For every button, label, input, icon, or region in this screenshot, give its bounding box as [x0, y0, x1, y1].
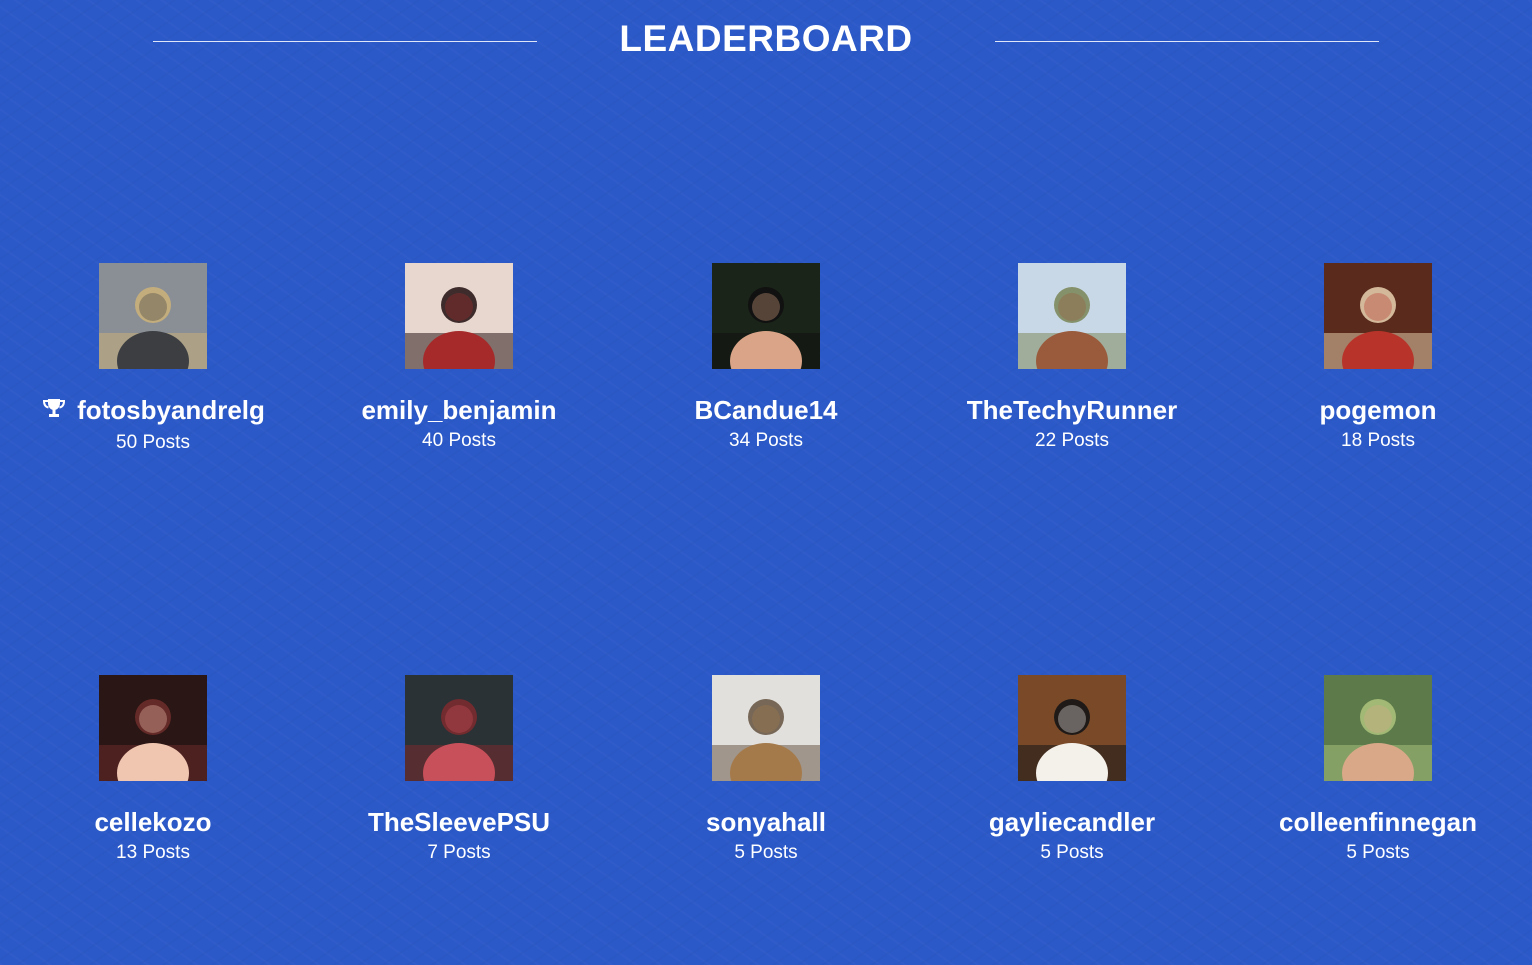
post-count: 40 Posts [422, 430, 496, 451]
username[interactable]: colleenfinnegan [1228, 807, 1528, 837]
avatar[interactable] [712, 675, 820, 781]
username[interactable]: gayliecandler [922, 807, 1222, 837]
avatar[interactable] [99, 263, 207, 369]
leaderboard-entry[interactable]: TheTechyRunner 22 Posts [922, 263, 1222, 453]
avatar-photo-running-track [1018, 263, 1126, 369]
avatar-photo-woman-dark-hair [99, 675, 207, 781]
post-count: 22 Posts [1035, 430, 1109, 451]
leaderboard-entry[interactable]: BCandue14 34 Posts [616, 263, 916, 453]
post-count: 5 Posts [1040, 842, 1104, 863]
leaderboard-entry[interactable]: cellekozo 13 Posts [3, 675, 303, 865]
leaderboard-entry[interactable]: emily_benjamin 40 Posts [309, 263, 609, 453]
post-count: 50 Posts [116, 432, 190, 453]
avatar[interactable] [405, 675, 513, 781]
avatar-photo-red-figure [405, 675, 513, 781]
leaderboard-entry[interactable]: pogemon 18 Posts [1228, 263, 1528, 453]
leaderboard-entry[interactable]: gayliecandler 5 Posts [922, 675, 1222, 865]
username[interactable]: sonyahall [616, 807, 916, 837]
username[interactable]: BCandue14 [616, 395, 916, 425]
username[interactable]: pogemon [1228, 395, 1528, 425]
post-count: 34 Posts [729, 430, 803, 451]
username[interactable]: cellekozo [3, 807, 303, 837]
leaderboard-entry[interactable]: fotosbyandrelg 50 Posts [3, 263, 303, 455]
avatar[interactable] [405, 263, 513, 369]
avatar-photo-wedding-couple [1018, 675, 1126, 781]
post-count: 7 Posts [427, 842, 491, 863]
avatar-photo-man-subway [99, 263, 207, 369]
avatar-photo-man-tuxedo [712, 263, 820, 369]
username: fotosbyandrelg [77, 395, 265, 425]
avatar-photo-diamond-mirror [712, 675, 820, 781]
leaderboard-entry[interactable]: TheSleevePSU 7 Posts [309, 675, 609, 865]
avatar-photo-woman-blonde [405, 263, 513, 369]
post-count: 13 Posts [116, 842, 190, 863]
avatar[interactable] [1018, 675, 1126, 781]
leaderboard-grid: fotosbyandrelg 50 Posts emily_benjamin 4… [0, 0, 1532, 965]
avatar-photo-outdoor-portrait [1324, 675, 1432, 781]
avatar[interactable] [1324, 263, 1432, 369]
username[interactable]: TheTechyRunner [922, 395, 1222, 425]
username[interactable]: emily_benjamin [309, 395, 609, 425]
trophy-icon [41, 397, 67, 427]
leaderboard-entry[interactable]: sonyahall 5 Posts [616, 675, 916, 865]
post-count: 5 Posts [1346, 842, 1410, 863]
post-count: 5 Posts [734, 842, 798, 863]
username-link[interactable]: fotosbyandrelg [3, 395, 303, 427]
avatar[interactable] [99, 675, 207, 781]
avatar[interactable] [1018, 263, 1126, 369]
post-count: 18 Posts [1341, 430, 1415, 451]
leaderboard-entry[interactable]: colleenfinnegan 5 Posts [1228, 675, 1528, 865]
avatar[interactable] [1324, 675, 1432, 781]
avatar-photo-iron-man-mask [1324, 263, 1432, 369]
avatar[interactable] [712, 263, 820, 369]
username[interactable]: TheSleevePSU [309, 807, 609, 837]
